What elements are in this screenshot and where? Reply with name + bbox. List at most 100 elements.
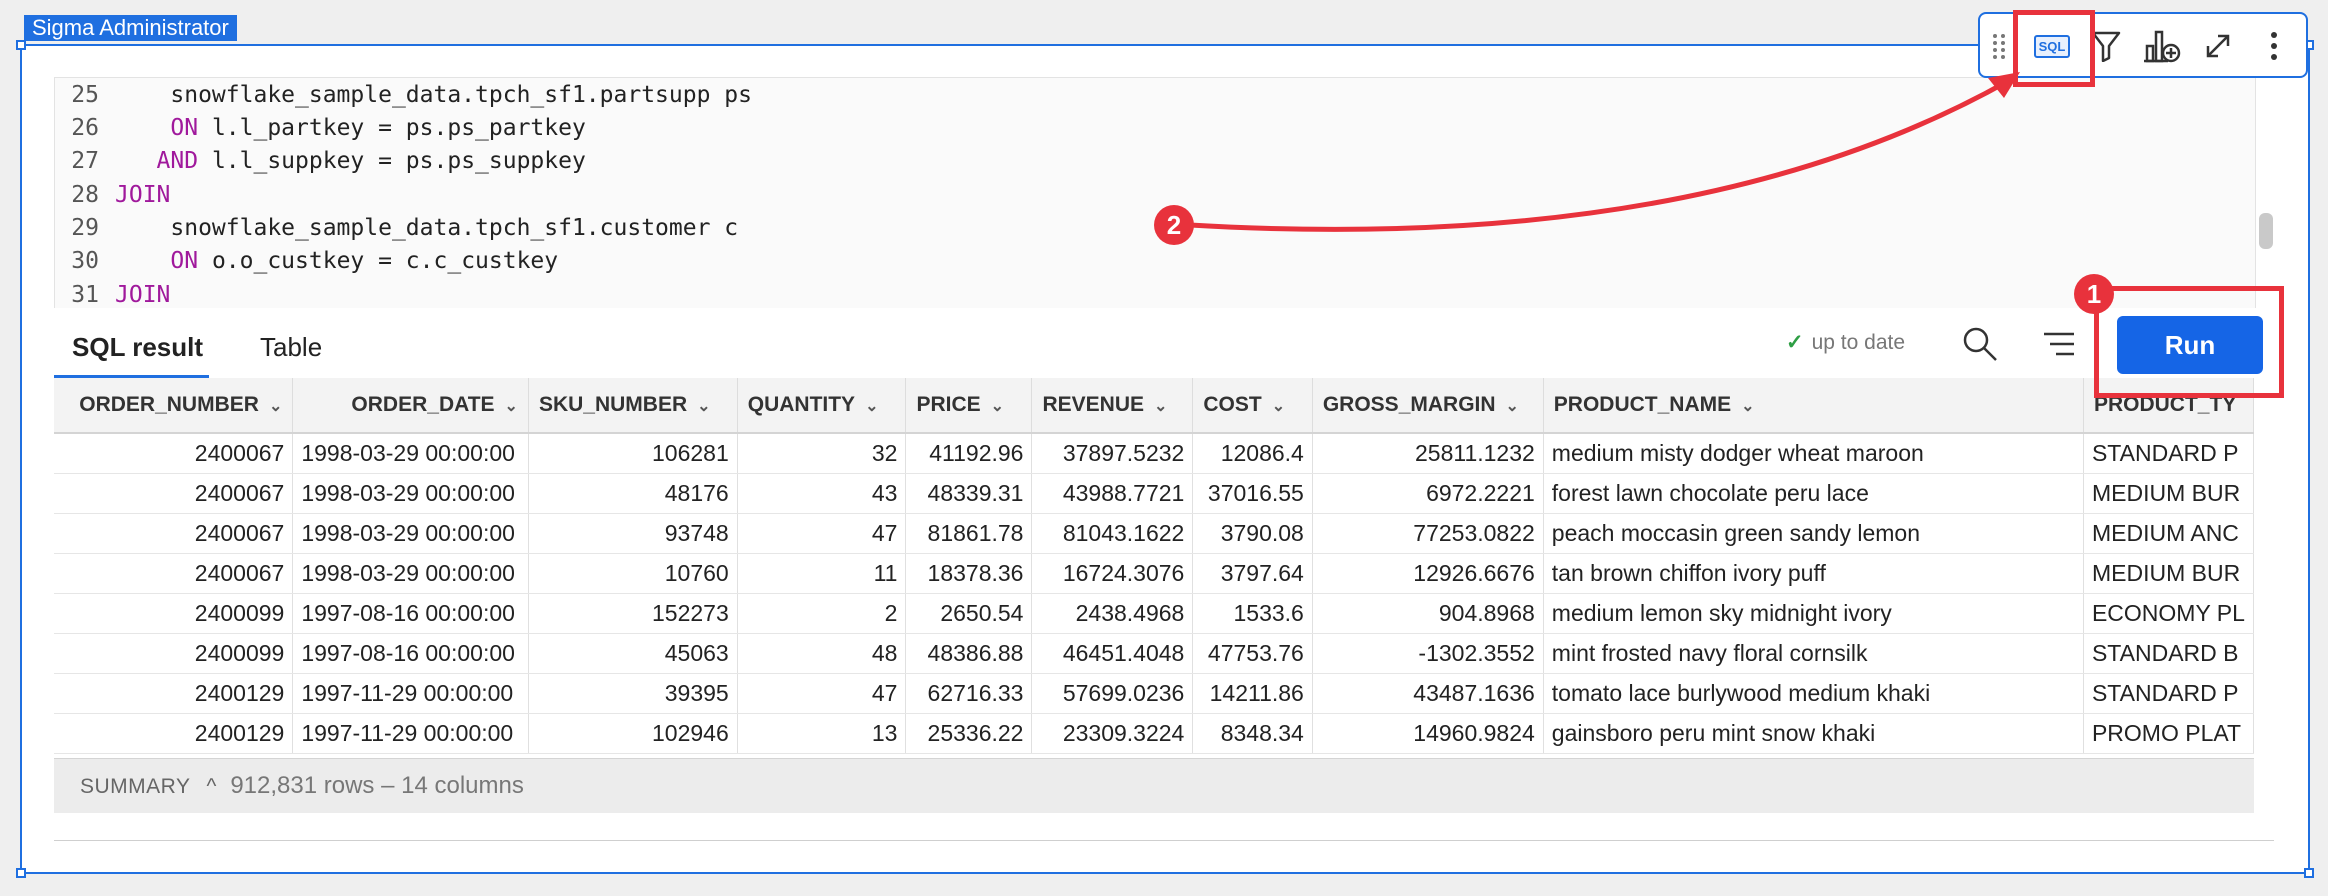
table-cell[interactable]: 16724.3076 [1031, 553, 1194, 594]
table-cell[interactable]: 81861.78 [905, 513, 1033, 554]
table-cell[interactable]: STANDARD B [2083, 633, 2254, 674]
table-cell[interactable]: MEDIUM BUR [2083, 553, 2254, 594]
search-icon[interactable] [1962, 326, 1998, 362]
table-cell[interactable]: 39395 [528, 673, 738, 714]
table-cell[interactable]: ECONOMY PL [2083, 593, 2254, 634]
table-cell[interactable]: 1997-11-29 00:00:00 [292, 713, 529, 754]
table-cell[interactable]: 1997-11-29 00:00:00 [292, 673, 529, 714]
column-header[interactable]: ORDER_NUMBER ⌄ [54, 378, 294, 434]
table-cell[interactable]: 2438.4968 [1031, 593, 1194, 634]
table-cell[interactable]: 152273 [528, 593, 738, 634]
table-row[interactable]: 2400067 1998-03-29 00:00:00 106281 32 41192.… [54, 433, 2254, 474]
table-cell[interactable]: 3797.64 [1192, 553, 1313, 594]
table-cell[interactable]: 2400067 [54, 473, 294, 514]
table-cell[interactable]: 3790.08 [1192, 513, 1313, 554]
table-cell[interactable]: 2400099 [54, 633, 294, 674]
table-row[interactable]: 2400099 1997-08-16 00:00:00 45063 48 48386.8… [54, 633, 2254, 674]
table-cell[interactable]: 2 [737, 593, 907, 634]
table-cell[interactable]: 2400129 [54, 673, 294, 714]
chevron-up-icon[interactable]: ^ [206, 775, 216, 798]
chevron-down-icon[interactable]: ⌄ [991, 398, 1004, 415]
table-cell[interactable]: 14960.9824 [1312, 713, 1544, 754]
table-row[interactable]: 2400129 1997-11-29 00:00:00 39395 47 62716.3… [54, 673, 2254, 714]
table-cell[interactable]: 23309.3224 [1031, 713, 1194, 754]
table-cell[interactable]: 106281 [528, 433, 738, 474]
table-cell[interactable]: 48 [737, 633, 907, 674]
chevron-down-icon[interactable]: ⌄ [1741, 398, 1754, 415]
table-cell[interactable]: 57699.0236 [1031, 673, 1194, 714]
resize-handle-tl[interactable] [16, 40, 26, 50]
table-cell[interactable]: 1998-03-29 00:00:00 [292, 513, 529, 554]
table-cell[interactable]: 47753.76 [1192, 633, 1313, 674]
table-row[interactable]: 2400067 1998-03-29 00:00:00 10760 11 18378.3… [54, 553, 2254, 594]
table-cell[interactable]: tomato lace burlywood medium khaki [1543, 673, 2084, 714]
table-cell[interactable]: 18378.36 [905, 553, 1033, 594]
column-header[interactable]: GROSS_MARGIN ⌄ [1312, 378, 1544, 434]
table-cell[interactable]: 37897.5232 [1031, 433, 1194, 474]
drag-handle-icon[interactable] [1986, 26, 2012, 66]
table-cell[interactable]: 62716.33 [905, 673, 1033, 714]
column-header[interactable]: SKU_NUMBER ⌄ [528, 378, 738, 434]
column-header[interactable]: PRODUCT_NAME ⌄ [1543, 378, 2084, 434]
table-cell[interactable]: 2400067 [54, 553, 294, 594]
table-cell[interactable]: 12086.4 [1192, 433, 1313, 474]
table-cell[interactable]: 14211.86 [1192, 673, 1313, 714]
table-cell[interactable]: 1997-08-16 00:00:00 [292, 593, 529, 634]
chevron-down-icon[interactable]: ⌄ [1272, 398, 1285, 415]
format-sql-icon[interactable] [2042, 330, 2076, 358]
table-cell[interactable]: 47 [737, 513, 907, 554]
table-cell[interactable]: 43 [737, 473, 907, 514]
table-cell[interactable]: 43988.7721 [1031, 473, 1194, 514]
table-cell[interactable]: 2400129 [54, 713, 294, 754]
table-cell[interactable]: 25811.1232 [1312, 433, 1544, 474]
chevron-down-icon[interactable]: ⌄ [269, 398, 282, 415]
table-cell[interactable]: gainsboro peru mint snow khaki [1543, 713, 2084, 754]
column-header[interactable]: REVENUE ⌄ [1031, 378, 1194, 434]
table-cell[interactable]: 2400067 [54, 433, 294, 474]
tab-sql-result[interactable]: SQL result [72, 332, 203, 363]
table-row[interactable]: 2400067 1998-03-29 00:00:00 93748 47 81861.7… [54, 513, 2254, 554]
resize-handle-bl[interactable] [16, 868, 26, 878]
chevron-down-icon[interactable]: ⌄ [1154, 398, 1167, 415]
table-cell[interactable]: peach moccasin green sandy lemon [1543, 513, 2084, 554]
table-cell[interactable]: 6972.2221 [1312, 473, 1544, 514]
resize-handle-br[interactable] [2304, 868, 2314, 878]
table-cell[interactable]: 1998-03-29 00:00:00 [292, 473, 529, 514]
table-cell[interactable]: forest lawn chocolate peru lace [1543, 473, 2084, 514]
table-cell[interactable]: 43487.1636 [1312, 673, 1544, 714]
table-cell[interactable]: 102946 [528, 713, 738, 754]
column-header[interactable]: ORDER_DATE ⌄ [292, 378, 529, 434]
summary-label[interactable]: SUMMARY [80, 775, 190, 798]
table-cell[interactable]: 1998-03-29 00:00:00 [292, 433, 529, 474]
table-cell[interactable]: 77253.0822 [1312, 513, 1544, 554]
table-cell[interactable]: 37016.55 [1192, 473, 1313, 514]
table-cell[interactable]: 1998-03-29 00:00:00 [292, 553, 529, 594]
table-row[interactable]: 2400129 1997-11-29 00:00:00 102946 13 25336.… [54, 713, 2254, 754]
table-cell[interactable]: 1997-08-16 00:00:00 [292, 633, 529, 674]
more-options-icon[interactable] [2254, 26, 2294, 66]
table-cell[interactable]: 2400067 [54, 513, 294, 554]
chevron-down-icon[interactable]: ⌄ [1506, 398, 1519, 415]
table-cell[interactable]: 48176 [528, 473, 738, 514]
table-cell[interactable]: mint frosted navy floral cornsilk [1543, 633, 2084, 674]
tab-table[interactable]: Table [260, 332, 322, 363]
table-cell[interactable]: 904.8968 [1312, 593, 1544, 634]
chevron-down-icon[interactable]: ⌄ [505, 398, 518, 415]
chevron-down-icon[interactable]: ⌄ [865, 398, 878, 415]
table-cell[interactable]: 1533.6 [1192, 593, 1313, 634]
table-cell[interactable]: tan brown chiffon ivory puff [1543, 553, 2084, 594]
table-cell[interactable]: medium lemon sky midnight ivory [1543, 593, 2084, 634]
table-row[interactable]: 2400067 1998-03-29 00:00:00 48176 43 48339.3… [54, 473, 2254, 514]
table-cell[interactable]: 13 [737, 713, 907, 754]
table-cell[interactable]: 32 [737, 433, 907, 474]
column-header[interactable]: QUANTITY ⌄ [737, 378, 907, 434]
table-cell[interactable]: 2400099 [54, 593, 294, 634]
table-cell[interactable]: PROMO PLAT [2083, 713, 2254, 754]
table-cell[interactable]: MEDIUM BUR [2083, 473, 2254, 514]
column-header[interactable]: COST ⌄ [1192, 378, 1313, 434]
table-cell[interactable]: 25336.22 [905, 713, 1033, 754]
table-cell[interactable]: 41192.96 [905, 433, 1033, 474]
table-cell[interactable]: 93748 [528, 513, 738, 554]
table-cell[interactable]: 48386.88 [905, 633, 1033, 674]
table-cell[interactable]: 46451.4048 [1031, 633, 1194, 674]
